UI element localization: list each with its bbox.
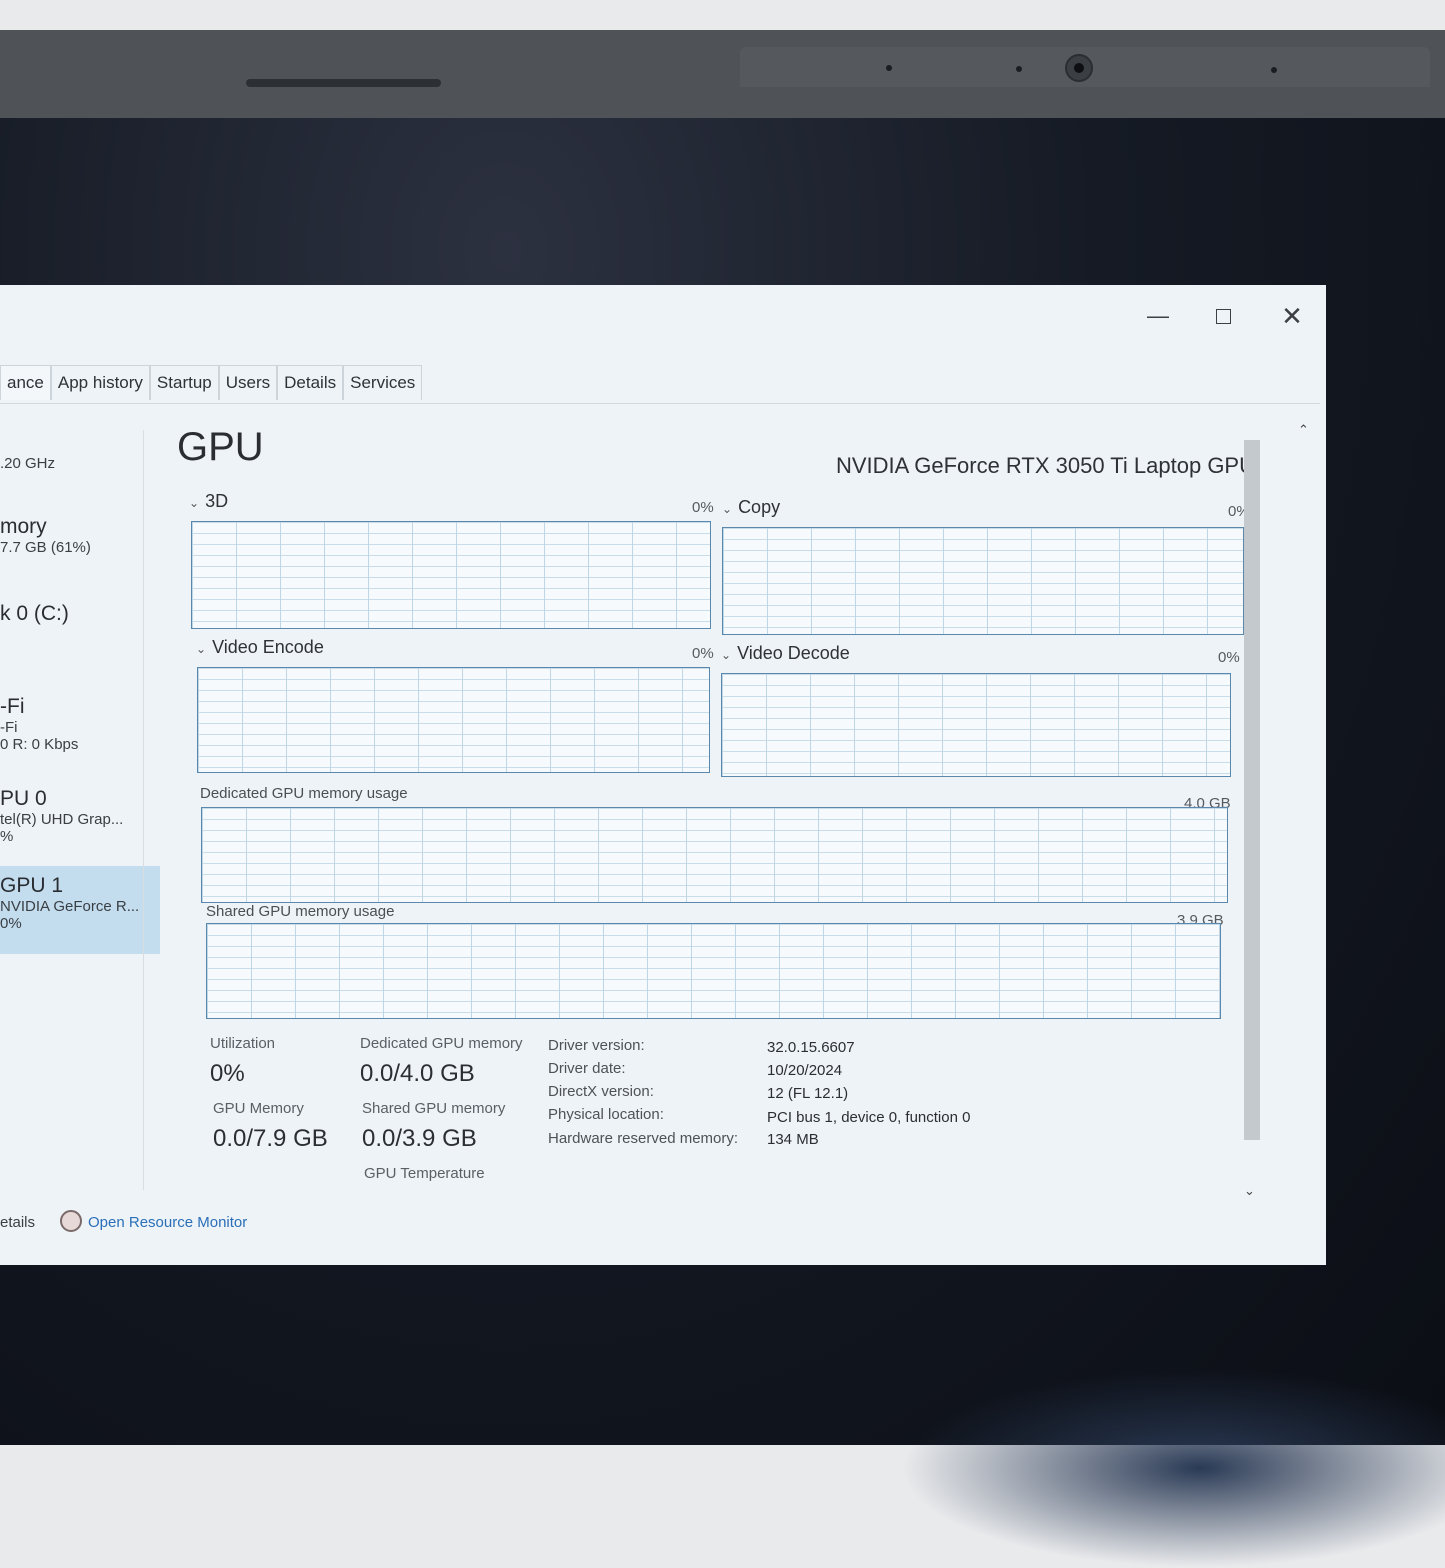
chevron-down-icon: ⌄ <box>722 502 733 516</box>
close-button[interactable]: ✕ <box>1272 301 1312 331</box>
task-manager-window: — ✕ ance App history Startup Users Detai… <box>0 285 1326 1265</box>
engine-label: Video Decode <box>737 643 850 663</box>
fewer-details-link[interactable]: etails <box>0 1214 35 1231</box>
sensor-dot <box>1271 67 1277 73</box>
page-title: GPU <box>177 425 264 469</box>
scroll-up-button[interactable]: ⌃ <box>1298 422 1309 438</box>
engine-max-label: 0% <box>1218 649 1240 666</box>
minimize-button[interactable]: — <box>1138 301 1178 331</box>
tab-divider <box>0 403 1320 404</box>
sidebar-item-title: -Fi <box>0 695 25 718</box>
engine-video-decode-selector[interactable]: ⌄ Video Decode <box>721 643 850 664</box>
sidebar-item-gpu-1[interactable]: GPU 1 NVIDIA GeForce R... 0% <box>0 866 160 954</box>
tab-startup[interactable]: Startup <box>149 365 219 400</box>
wallpaper-glow <box>900 1368 1445 1568</box>
graph-dedicated-memory <box>201 807 1228 903</box>
sidebar-item-sub: % <box>0 828 14 845</box>
bezel-slot <box>246 79 441 87</box>
webcam-icon <box>1065 54 1093 82</box>
tab-services[interactable]: Services <box>343 365 423 400</box>
engine-label: Video Encode <box>212 637 324 657</box>
gpu-temperature-label: GPU Temperature <box>364 1165 485 1182</box>
engine-max-label: 0% <box>692 499 714 516</box>
gpu-memory-value: 0.0/7.9 GB <box>213 1125 328 1152</box>
sidebar-item-wifi[interactable]: -Fi -Fi 0 R: 0 Kbps <box>0 695 160 765</box>
tab-users[interactable]: Users <box>218 365 278 400</box>
laptop-bezel <box>0 30 1445 120</box>
physical-location-value: PCI bus 1, device 0, function 0 <box>767 1109 971 1126</box>
graph-video-decode <box>721 673 1231 777</box>
engine-max-label: 0% <box>692 645 714 662</box>
dedicated-gpu-memory-label: Dedicated GPU memory <box>360 1035 523 1052</box>
engine-copy-selector[interactable]: ⌄ Copy <box>722 497 780 518</box>
dedicated-memory-label: Dedicated GPU memory usage <box>200 785 408 802</box>
driver-date-value: 10/20/2024 <box>767 1062 843 1079</box>
engine-label: Copy <box>738 497 781 517</box>
graph-3d <box>191 521 711 629</box>
sidebar-item-sub: 0% <box>0 915 22 932</box>
graph-video-encode <box>197 667 710 773</box>
sidebar-item-sub: tel(R) UHD Grap... <box>0 811 124 828</box>
sidebar-item-sub: .20 GHz <box>0 455 56 472</box>
gpu-model-name: NVIDIA GeForce RTX 3050 Ti Laptop GPU <box>835 453 1255 478</box>
resource-sidebar: .20 GHz mory 7.7 GB (61%) k 0 (C:) -Fi -… <box>0 430 162 1130</box>
hardware-reserved-memory-value: 134 MB <box>767 1131 819 1148</box>
physical-location-key: Physical location: <box>548 1106 664 1123</box>
sidebar-item-title: mory <box>0 515 47 538</box>
sidebar-item-sub: NVIDIA GeForce R... <box>0 898 140 915</box>
gpu-memory-label: GPU Memory <box>213 1100 304 1117</box>
driver-version-value: 32.0.15.6607 <box>767 1039 855 1056</box>
sidebar-divider <box>143 430 144 1190</box>
directx-version-value: 12 (FL 12.1) <box>767 1085 849 1102</box>
resource-monitor-icon <box>60 1210 82 1232</box>
sidebar-item-sub: -Fi <box>0 719 18 736</box>
sidebar-item-title: k 0 (C:) <box>0 602 69 625</box>
utilization-value: 0% <box>210 1060 245 1087</box>
tab-performance[interactable]: ance <box>0 365 51 400</box>
graph-copy <box>722 527 1244 635</box>
sidebar-item-disk[interactable]: k 0 (C:) <box>0 602 160 662</box>
sidebar-item-title: GPU 1 <box>0 874 64 897</box>
driver-version-key: Driver version: <box>548 1037 645 1054</box>
tab-details[interactable]: Details <box>277 365 344 400</box>
scrollbar-thumb[interactable] <box>1244 440 1260 1140</box>
utilization-label: Utilization <box>210 1035 276 1052</box>
sidebar-item-title: PU 0 <box>0 787 47 810</box>
graph-shared-memory <box>206 923 1221 1019</box>
tab-app-history[interactable]: App history <box>50 365 150 400</box>
shared-memory-label: Shared GPU memory usage <box>206 903 395 920</box>
engine-label: 3D <box>205 491 229 511</box>
sidebar-item-sub: 0 R: 0 Kbps <box>0 736 79 753</box>
driver-date-key: Driver date: <box>548 1060 626 1077</box>
directx-version-key: DirectX version: <box>548 1083 654 1100</box>
maximize-icon <box>1215 309 1231 324</box>
sidebar-item-cpu[interactable]: .20 GHz <box>0 455 160 495</box>
engine-3d-selector[interactable]: ⌄ 3D <box>189 491 228 512</box>
sidebar-item-sub: 7.7 GB (61%) <box>0 539 91 556</box>
sidebar-item-gpu-0[interactable]: PU 0 tel(R) UHD Grap... % <box>0 787 160 857</box>
dedicated-gpu-memory-value: 0.0/4.0 GB <box>360 1060 475 1087</box>
engine-video-encode-selector[interactable]: ⌄ Video Encode <box>196 637 324 658</box>
chevron-down-icon: ⌄ <box>189 496 200 510</box>
tab-bar: ance App history Startup Users Details S… <box>0 365 423 401</box>
chevron-down-icon: ⌄ <box>196 642 207 656</box>
shared-gpu-memory-value: 0.0/3.9 GB <box>362 1125 477 1152</box>
scroll-down-button[interactable]: ⌄ <box>1244 1183 1255 1199</box>
shared-gpu-memory-label: Shared GPU memory <box>362 1100 506 1117</box>
sensor-dot <box>1016 66 1022 72</box>
chevron-down-icon: ⌄ <box>721 648 732 662</box>
open-resource-monitor-link[interactable]: Open Resource Monitor <box>88 1214 247 1231</box>
hardware-reserved-memory-key: Hardware reserved memory: <box>548 1130 739 1147</box>
title-bar[interactable]: — ✕ <box>0 285 1326 343</box>
maximize-button[interactable] <box>1203 301 1243 331</box>
sidebar-item-memory[interactable]: mory 7.7 GB (61%) <box>0 515 160 575</box>
sensor-dot <box>886 65 892 71</box>
